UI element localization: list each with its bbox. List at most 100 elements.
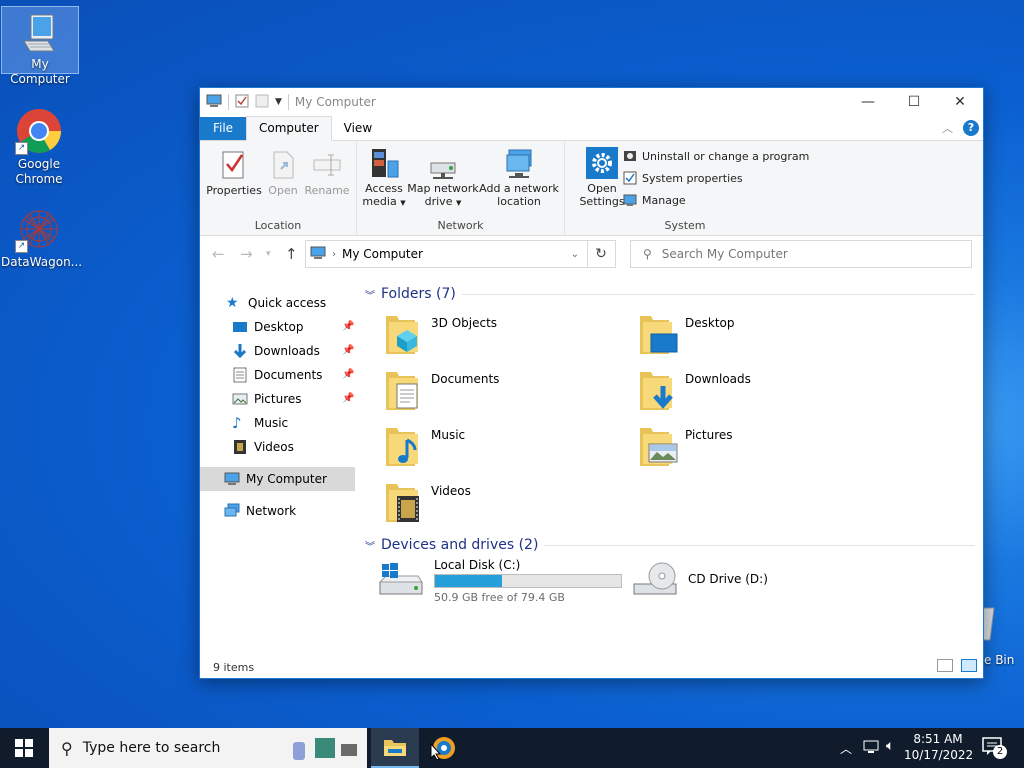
address-bar[interactable]: › My Computer ⌄ (305, 240, 588, 268)
title-bar[interactable]: ▼ My Computer — ☐ ✕ (200, 88, 983, 116)
pin-icon[interactable]: 📌 (342, 369, 354, 380)
action-center-button[interactable]: 2 (982, 737, 1010, 759)
nav-item-my-computer[interactable]: My Computer (224, 471, 327, 487)
pin-icon[interactable]: 📌 (342, 393, 354, 404)
ribbon-group-label: Location (254, 219, 302, 232)
refresh-button[interactable]: ↻ (587, 240, 616, 268)
collapse-ribbon-icon[interactable]: ︿ (942, 120, 953, 136)
start-button[interactable] (0, 728, 48, 768)
address-dropdown-icon[interactable]: ⌄ (571, 249, 579, 260)
pin-icon[interactable]: 📌 (342, 345, 354, 356)
customize-quick-access-icon[interactable]: ▼ (275, 97, 282, 107)
back-button[interactable]: ← (212, 245, 225, 263)
folder-desktop[interactable]: Desktop (639, 312, 735, 356)
close-button[interactable]: ✕ (937, 88, 983, 116)
minimize-button[interactable]: — (845, 88, 891, 116)
access-media-button[interactable]: Access media ▼ (361, 147, 407, 210)
folder-videos[interactable]: Videos (385, 480, 471, 524)
properties-quick-icon[interactable] (235, 94, 249, 111)
volume-tray-icon[interactable]: 🔈︎ (886, 738, 894, 754)
tab-view[interactable]: View (332, 117, 384, 140)
nav-item-documents[interactable]: Documents (232, 367, 322, 383)
system-properties-icon (623, 171, 637, 185)
desktop-folder-icon (232, 319, 248, 335)
new-folder-quick-icon[interactable] (255, 94, 269, 111)
ribbon-group-location: Properties Open Rename Location (200, 141, 357, 235)
desktop-folder-icon (639, 312, 678, 356)
properties-icon (218, 149, 250, 181)
address-row: ← → ▾ ↑ › My Computer ⌄ ↻ ⚲ Search My Co… (200, 236, 983, 274)
folders-section-header[interactable]: ︾ Folders (7) (365, 286, 975, 302)
computer-icon (18, 11, 62, 55)
nav-item-music[interactable]: ♪ Music (232, 415, 288, 431)
chevron-down-icon: ︾ (365, 290, 375, 302)
tab-computer[interactable]: Computer (246, 116, 332, 141)
desktop-icon-datawagon[interactable]: ↗ DataWagon... (1, 199, 82, 270)
folder-downloads[interactable]: Downloads (639, 368, 751, 412)
network-tray-icon[interactable] (862, 739, 880, 758)
uninstall-icon (623, 149, 637, 163)
3d-objects-folder-icon (385, 312, 421, 356)
clock-time: 8:51 AM (913, 732, 963, 746)
help-icon[interactable]: ? (963, 120, 979, 136)
devices-section-header[interactable]: ︾ Devices and drives (2) (365, 537, 975, 553)
music-folder-icon (385, 424, 421, 468)
folder-music[interactable]: Music (385, 424, 465, 468)
manage-button[interactable]: Manage (623, 193, 686, 207)
taskbar-search-box[interactable]: ⚲ Type here to search (49, 728, 367, 768)
ribbon-tabs: File Computer View ︿ ? (200, 116, 983, 141)
breadcrumb-chevron-icon[interactable]: › (332, 249, 336, 260)
show-hidden-icons-chevron-icon[interactable]: ︿ (840, 740, 852, 757)
computer-small-icon (206, 94, 222, 111)
properties-button[interactable]: Properties (206, 149, 262, 197)
open-button[interactable]: Open (262, 149, 304, 197)
explorer-window: ▼ My Computer — ☐ ✕ File Computer View ︿… (199, 87, 984, 679)
maximize-button[interactable]: ☐ (891, 88, 937, 116)
folder-documents[interactable]: Documents (385, 368, 499, 412)
search-icon: ⚲ (61, 738, 73, 758)
nav-item-network[interactable]: Network (224, 503, 296, 519)
nav-item-downloads[interactable]: Downloads (232, 343, 320, 359)
forward-button[interactable]: → (240, 245, 253, 263)
notification-count-badge: 2 (993, 745, 1007, 759)
drive-usage-fill (435, 575, 502, 587)
datawagon-taskbar-button[interactable] (420, 728, 468, 768)
chrome-icon: ↗ (15, 107, 63, 155)
nav-item-pictures[interactable]: Pictures (232, 391, 302, 407)
drive-cd-d[interactable]: CD Drive (D:) (632, 560, 768, 604)
computer-small-icon (310, 246, 326, 263)
pictures-folder-icon (639, 424, 678, 468)
ribbon: Properties Open Rename Location Access m… (200, 141, 983, 236)
nav-item-videos[interactable]: Videos (232, 439, 294, 455)
breadcrumb[interactable]: My Computer (342, 247, 423, 261)
downloads-folder-icon (639, 368, 675, 412)
search-input[interactable]: ⚲ Search My Computer (630, 240, 972, 268)
large-icons-view-icon[interactable] (961, 659, 977, 672)
folder-pictures[interactable]: Pictures (639, 424, 733, 468)
network-icon (224, 503, 240, 519)
tab-file[interactable]: File (200, 117, 246, 140)
folder-3d-objects[interactable]: 3D Objects (385, 312, 497, 356)
taskbar-clock[interactable]: 8:51 AM 10/17/2022 (904, 731, 973, 763)
status-bar-item-count: 9 items (213, 661, 255, 674)
nav-item-quick-access[interactable]: ★ Quick access (226, 295, 326, 311)
rename-button[interactable]: Rename (304, 149, 350, 197)
file-explorer-taskbar-button[interactable] (371, 728, 419, 768)
search-highlight-icon[interactable] (291, 734, 361, 765)
recent-locations-icon[interactable]: ▾ (266, 249, 271, 259)
add-network-location-button[interactable]: Add a network location (479, 147, 559, 208)
ribbon-group-label: System (664, 219, 706, 232)
pin-icon[interactable]: 📌 (342, 321, 354, 332)
nav-item-desktop[interactable]: Desktop (232, 319, 304, 335)
desktop-icon-google-chrome[interactable]: ↗ Google Chrome (1, 101, 77, 187)
details-view-icon[interactable] (937, 659, 953, 672)
up-button[interactable]: ↑ (285, 245, 298, 263)
mouse-cursor-icon (430, 742, 442, 764)
rename-icon (311, 149, 343, 181)
drive-local-disk-c[interactable]: Local Disk (C:) 50.9 GB free of 79.4 GB (378, 558, 622, 604)
desktop-icon-my-computer[interactable]: My Computer (1, 6, 79, 86)
uninstall-program-button[interactable]: Uninstall or change a program (623, 149, 809, 163)
navigation-pane: ★ Quick access Desktop 📌 Downloads 📌 Doc… (200, 288, 356, 658)
map-network-drive-button[interactable]: Map network drive ▼ (407, 147, 479, 210)
system-properties-button[interactable]: System properties (623, 171, 743, 185)
